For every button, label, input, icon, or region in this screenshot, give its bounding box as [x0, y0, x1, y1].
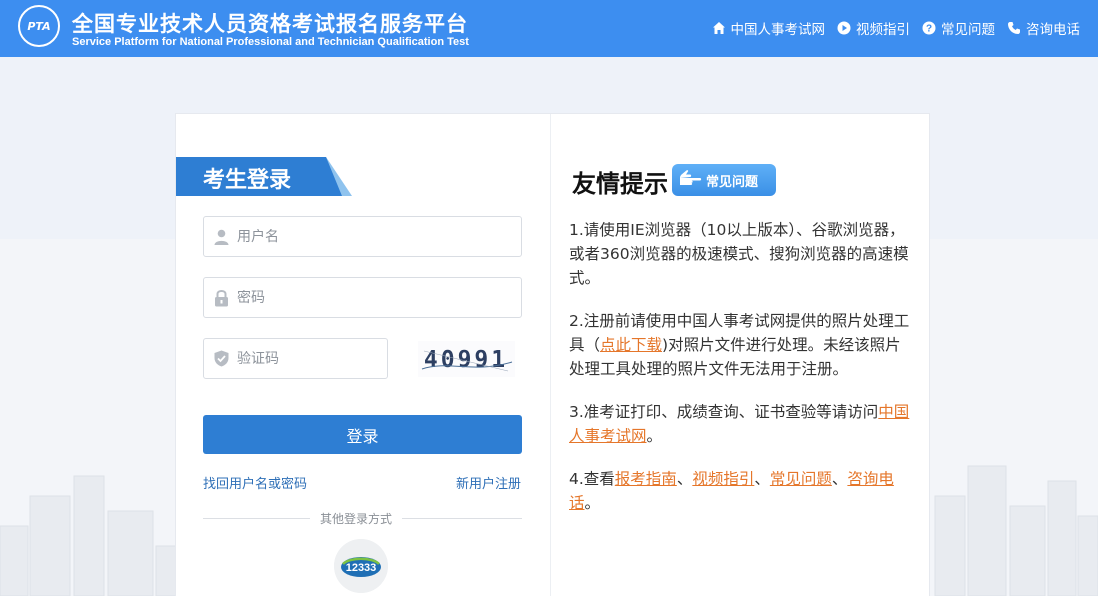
tip-guides-sep-1: 、: [676, 470, 693, 488]
login-tag-title: 考生登录: [203, 168, 292, 193]
shield-icon: [214, 350, 229, 368]
tip-guides-sep-3: 、: [831, 470, 848, 488]
password-input[interactable]: [237, 289, 521, 306]
home-icon: [712, 21, 726, 35]
pointing-hand-icon: [678, 169, 702, 191]
faq-button-label: 常见问题: [706, 174, 759, 190]
captcha-image[interactable]: 40991: [418, 341, 515, 377]
tip-cpta-prefix: 3.准考证打印、成绩查询、证书查验等请访问: [569, 403, 879, 421]
login-button[interactable]: 登录: [203, 415, 522, 454]
captcha-input[interactable]: [237, 350, 387, 367]
platform-logo: PTA: [18, 5, 60, 47]
register-link[interactable]: 新用户注册: [456, 473, 521, 492]
tip-guides-sep-2: 、: [754, 470, 770, 488]
captcha-text: 40991: [424, 347, 508, 373]
tip-cpta-suffix: 。: [646, 427, 663, 445]
phone-icon: [1007, 21, 1021, 35]
tip-cpta: 3.准考证打印、成绩查询、证书查验等请访问中国人事考试网。: [569, 400, 914, 448]
tips-title: 友情提示: [572, 170, 668, 198]
tip-photo: 2.注册前请使用中国人事考试网提供的照片处理工具（点此下载)对照片文件进行处理。…: [569, 309, 914, 381]
apply-guide-link[interactable]: 报考指南: [615, 470, 677, 488]
tip-guides: 4.查看报考指南、视频指引、常见问题、咨询电话。: [569, 467, 914, 515]
tip-guides-prefix: 4.查看: [569, 470, 615, 488]
platform-title: 全国专业技术人员资格考试报名服务平台: [72, 12, 468, 36]
nav-faq-label: 常见问题: [941, 22, 995, 38]
user-icon: [214, 228, 229, 246]
nav-video-guide[interactable]: 视频指引: [837, 18, 910, 38]
nav-faq[interactable]: ? 常见问题: [922, 18, 995, 38]
nav-video-label: 视频指引: [856, 22, 910, 38]
lock-icon: [214, 289, 229, 307]
alt-login-text: 12333: [346, 562, 377, 574]
platform-subtitle: Service Platform for National Profession…: [72, 36, 469, 48]
top-nav: 中国人事考试网 视频指引 ? 常见问题 咨询电话: [712, 18, 1080, 38]
nav-cpta-label: 中国人事考试网: [730, 22, 826, 38]
captcha-field[interactable]: [203, 338, 388, 379]
other-login-label: 其他登录方式: [310, 510, 403, 527]
card-divider: [550, 114, 551, 596]
username-field[interactable]: [203, 216, 522, 257]
username-input[interactable]: [237, 228, 521, 245]
logo-text: PTA: [27, 19, 51, 33]
play-icon: [837, 21, 851, 35]
recover-account-link[interactable]: 找回用户名或密码: [203, 473, 307, 492]
alt-login-12333-button[interactable]: 12333: [334, 539, 388, 593]
faq-link[interactable]: 常见问题: [770, 470, 832, 488]
faq-button[interactable]: 常见问题: [672, 164, 776, 196]
svg-text:?: ?: [926, 24, 932, 35]
video-guide-link[interactable]: 视频指引: [692, 470, 754, 488]
nav-hotline-label: 咨询电话: [1026, 22, 1080, 38]
photo-tool-download-link[interactable]: 点此下载: [600, 336, 662, 354]
password-field[interactable]: [203, 277, 522, 318]
question-icon: ?: [922, 21, 936, 35]
login-card: 考生登录 40991 登录 找回用户名或密码 新用户注册 其他登录方式 1233…: [175, 113, 930, 596]
nav-cpta-link[interactable]: 中国人事考试网: [712, 18, 826, 38]
tip-browser: 1.请使用IE浏览器（10以上版本）、谷歌浏览器，或者360浏览器的极速模式、搜…: [569, 221, 909, 287]
nav-hotline[interactable]: 咨询电话: [1007, 18, 1080, 38]
top-header: PTA 全国专业技术人员资格考试报名服务平台 Service Platform …: [0, 0, 1098, 57]
tip-guides-suffix: 。: [584, 494, 601, 512]
